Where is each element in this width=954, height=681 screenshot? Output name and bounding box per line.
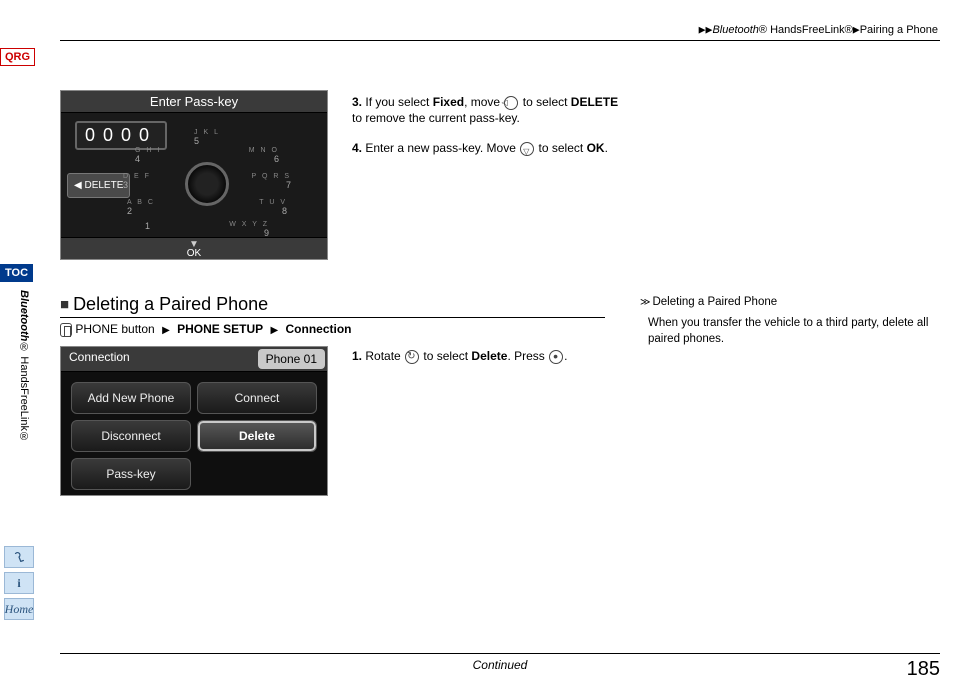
info-icon[interactable]: i	[4, 572, 34, 594]
search-icon[interactable]	[4, 546, 34, 568]
connection-screen-title: Connection	[61, 347, 256, 371]
screenshot-connection: Connection Phone 01 Add New Phone Connec…	[60, 346, 328, 496]
nav-arrow-icon: ▶	[162, 325, 170, 336]
connection-delete-selected: Delete	[197, 420, 317, 452]
passkey-ok-label: OK	[61, 237, 327, 259]
page-number: 185	[907, 658, 940, 681]
page-footer: Continued 185	[60, 653, 940, 658]
screenshot-enter-passkey: Enter Pass-key 0000 ◀ DELETE J K L5 G H …	[60, 90, 328, 260]
breadcrumb-bluetooth: Bluetooth	[712, 24, 758, 36]
connection-passkey: Pass-key	[71, 458, 191, 490]
note-body: When you transfer the vehicle to a third…	[640, 314, 930, 347]
section-title: Deleting a Paired Phone	[73, 294, 268, 314]
connection-phone-label: Phone 01	[258, 349, 325, 369]
step-3: 3. If you select Fixed, move to select D…	[352, 94, 622, 126]
connection-add-new-phone: Add New Phone	[71, 382, 191, 414]
header-rule	[60, 40, 940, 41]
dpad-left-icon	[504, 96, 518, 110]
rotary-knob-icon	[405, 350, 419, 364]
breadcrumb-arrow-icon: ▶▶	[699, 25, 713, 35]
continued-label: Continued	[473, 658, 528, 672]
header-breadcrumb: ▶▶Bluetooth® HandsFreeLink®▶Pairing a Ph…	[699, 24, 938, 36]
step-1: 1. Rotate to select Delete. Press .	[352, 348, 622, 364]
phone-button-icon	[60, 323, 72, 337]
section-bullet-icon: ■	[60, 296, 69, 313]
section-heading: ■Deleting a Paired Phone	[60, 294, 605, 318]
step-4: 4. Enter a new pass-key. Move to select …	[352, 140, 622, 156]
nav-path: PHONE button ▶ PHONE SETUP ▶ Connection	[60, 322, 352, 337]
nav-arrow-icon: ▶	[270, 325, 278, 336]
passkey-screen-title: Enter Pass-key	[61, 91, 327, 113]
note-arrow-icon: ≫	[640, 297, 646, 308]
connection-disconnect: Disconnect	[71, 420, 191, 452]
passkey-dial: J K L5 G H I4 M N O6 D E F3 P Q R S7 A B…	[117, 125, 297, 243]
press-icon	[549, 350, 563, 364]
tab-toc[interactable]: TOC	[0, 264, 33, 282]
note-title: Deleting a Paired Phone	[652, 296, 777, 308]
tab-qrg[interactable]: QRG	[0, 48, 35, 66]
breadcrumb-page: Pairing a Phone	[860, 24, 938, 36]
breadcrumb-arrow-icon: ▶	[853, 25, 860, 35]
steps-3-4: 3. If you select Fixed, move to select D…	[352, 94, 622, 171]
breadcrumb-hfl: ® HandsFreeLink®	[759, 24, 853, 36]
dial-knob-icon	[185, 162, 229, 206]
dpad-down-icon	[520, 142, 534, 156]
right-column-note: ≫ Deleting a Paired Phone When you transf…	[640, 296, 930, 347]
home-icon[interactable]: Home	[4, 598, 34, 620]
side-section-label: Bluetooth® HandsFreeLink®	[18, 290, 30, 443]
connection-connect: Connect	[197, 382, 317, 414]
